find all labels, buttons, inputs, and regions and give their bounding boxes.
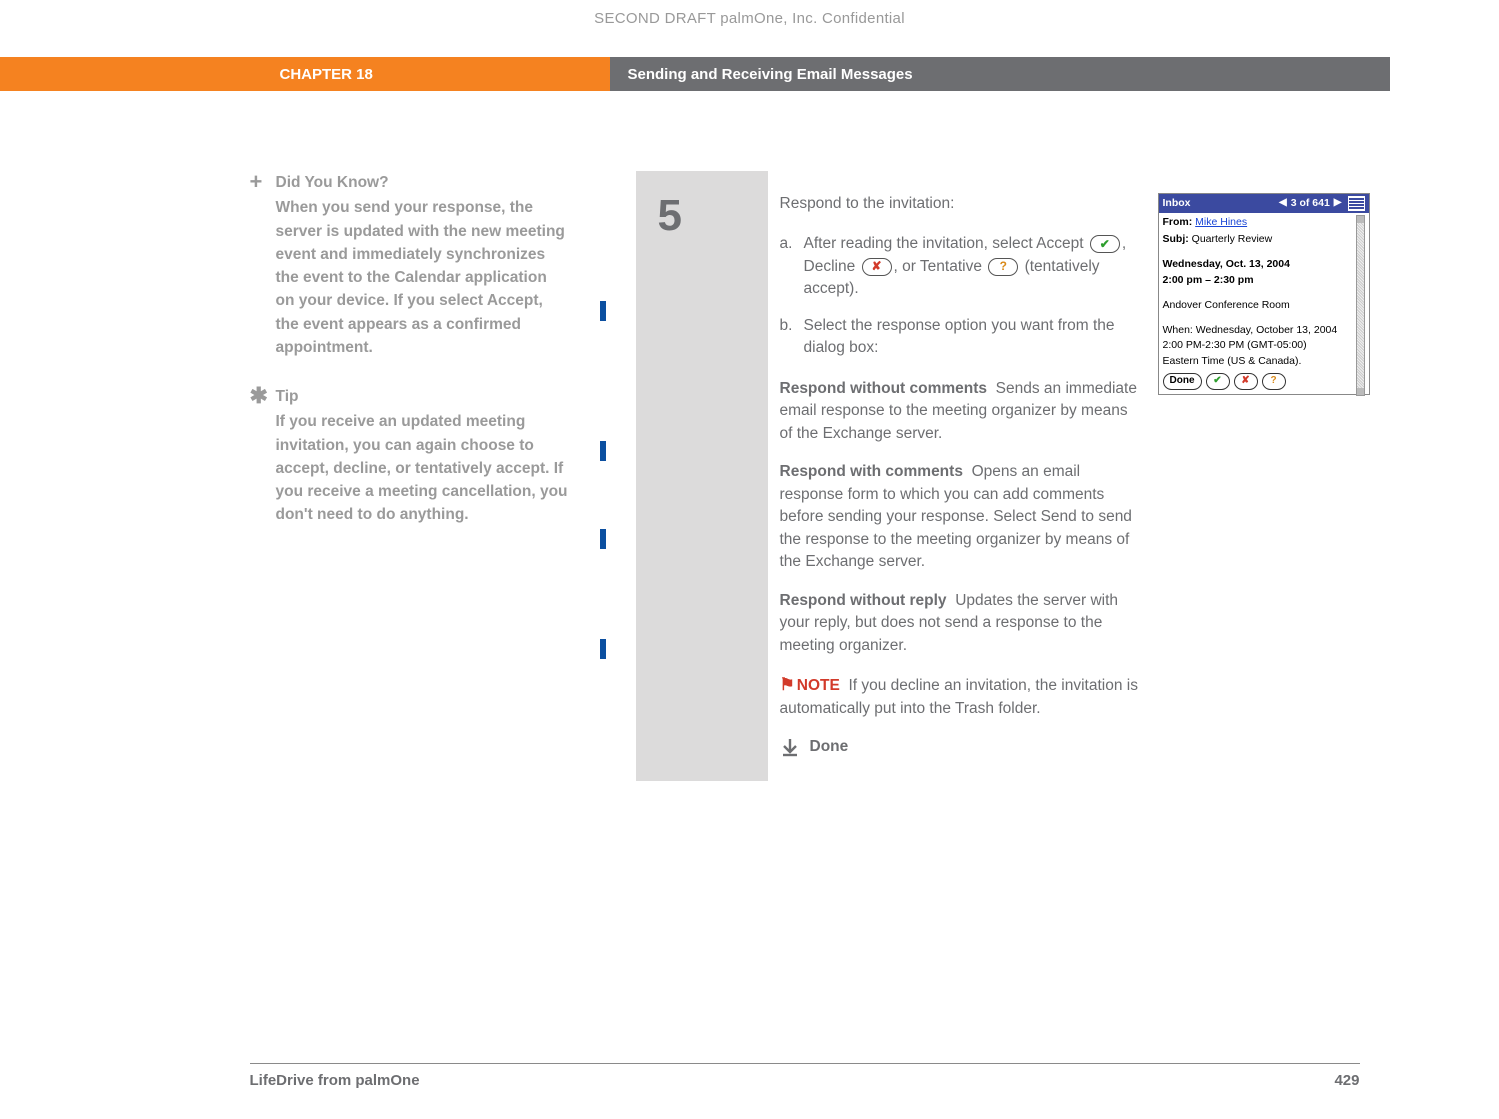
sidebar-tip: ✱ Tip If you receive an updated meeting …	[250, 385, 570, 527]
sidebar-did-you-know: + Did You Know? When you send your respo…	[250, 171, 570, 359]
step-a-pre: After reading the invitation, select Acc…	[804, 235, 1088, 252]
note: ⚑NOTE If you decline an invitation, the …	[780, 673, 1142, 720]
confidential-watermark: SECOND DRAFT palmOne, Inc. Confidential	[110, 0, 1390, 57]
device-done-button: Done	[1163, 373, 1202, 390]
step-heading: Respond to the invitation:	[780, 193, 1142, 215]
from-label: From:	[1163, 216, 1193, 228]
when-tz: Eastern Time (US & Canada).	[1163, 354, 1354, 369]
note-label: NOTE	[797, 677, 840, 694]
option-respond-with-comments: Respond with comments Opens an email res…	[780, 461, 1142, 573]
device-decline-button: ✘	[1234, 373, 1258, 390]
next-arrow-icon: ▶	[1334, 196, 1342, 211]
device-folder-label: Inbox	[1163, 196, 1191, 211]
revision-mark-icon	[600, 529, 606, 549]
revision-mark-icon	[600, 639, 606, 659]
decline-pill-icon: ✘	[862, 258, 892, 276]
step-a-mid2: , or Tentative	[894, 258, 987, 275]
done-label: Done	[810, 736, 849, 758]
chapter-header-bar: CHAPTER 18 Sending and Receiving Email M…	[0, 57, 1390, 91]
step-letter: a.	[780, 233, 804, 300]
sidebar-title: Did You Know?	[276, 171, 570, 194]
from-value: Mike Hines	[1195, 216, 1247, 228]
option-label: Respond without comments	[780, 380, 988, 397]
asterisk-icon: ✱	[250, 385, 276, 527]
page-footer: LifeDrive from palmOne 429	[250, 1063, 1360, 1089]
option-label: Respond without reply	[780, 592, 947, 609]
step-b: b. Select the response option you want f…	[780, 315, 1142, 360]
footer-product: LifeDrive from palmOne	[250, 1072, 420, 1089]
sidebar-title: Tip	[276, 385, 570, 408]
device-accept-button: ✔	[1206, 373, 1230, 390]
done-marker: Done	[780, 736, 1142, 758]
option-respond-without-comments: Respond without comments Sends an immedi…	[780, 378, 1142, 445]
footer-page-number: 429	[1334, 1072, 1359, 1089]
step-b-text: Select the response option you want from…	[804, 315, 1142, 360]
option-label: Respond with comments	[780, 463, 963, 480]
plus-icon: +	[250, 171, 276, 359]
meeting-date: Wednesday, Oct. 13, 2004	[1163, 257, 1354, 272]
when-time: 2:00 PM-2:30 PM (GMT-05:00)	[1163, 338, 1354, 353]
device-tentative-button: ?	[1262, 373, 1286, 390]
revision-mark-icon	[600, 301, 606, 321]
done-arrow-icon	[780, 737, 800, 757]
accept-pill-icon: ✔	[1090, 235, 1120, 253]
step-a: a. After reading the invitation, select …	[780, 233, 1142, 300]
sidebar: + Did You Know? When you send your respo…	[250, 171, 570, 781]
when-label: When: Wednesday, October 13, 2004	[1163, 323, 1354, 338]
flag-icon: ⚑	[780, 675, 795, 694]
device-screenshot: Inbox ◀ 3 of 641 ▶ From: Mike Hines Subj…	[1158, 193, 1370, 395]
step-number: 5	[658, 191, 768, 241]
device-scrollbar	[1356, 215, 1365, 396]
menu-icon	[1348, 196, 1365, 211]
device-titlebar: Inbox ◀ 3 of 641 ▶	[1159, 194, 1369, 213]
prev-arrow-icon: ◀	[1279, 196, 1287, 211]
subj-value: Quarterly Review	[1192, 233, 1273, 245]
step-panel: 5 Respond to the invitation: a. After re…	[636, 171, 1390, 781]
chapter-title: Sending and Receiving Email Messages	[610, 57, 1390, 91]
chapter-label: CHAPTER 18	[0, 57, 610, 91]
sidebar-text: When you send your response, the server …	[276, 196, 570, 359]
meeting-location: Andover Conference Room	[1163, 298, 1354, 313]
step-letter: b.	[780, 315, 804, 360]
sidebar-text: If you receive an updated meeting invita…	[276, 410, 570, 526]
revision-mark-icon	[600, 441, 606, 461]
tentative-pill-icon: ?	[988, 258, 1018, 276]
meeting-time: 2:00 pm – 2:30 pm	[1163, 273, 1354, 288]
revision-spine	[600, 171, 606, 781]
device-counter: 3 of 641	[1291, 196, 1330, 211]
option-respond-without-reply: Respond without reply Updates the server…	[780, 590, 1142, 657]
subj-label: Subj:	[1163, 233, 1189, 245]
